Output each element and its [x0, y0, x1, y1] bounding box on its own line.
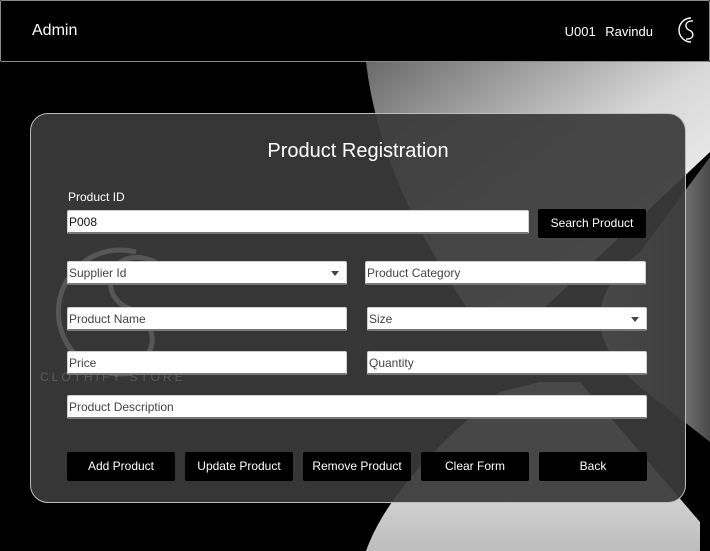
price-placeholder: Price [69, 356, 97, 370]
panel-title: Product Registration [267, 140, 449, 162]
user-id: U001 [564, 24, 596, 39]
product-description-placeholder: Product Description [69, 400, 174, 414]
supplier-id-placeholder: Supplier Id [69, 266, 127, 280]
chevron-down-icon [631, 317, 639, 322]
quantity-input[interactable]: Quantity [367, 351, 647, 375]
product-registration-panel: Product Registration CLOTHIFY STORE Prod… [30, 113, 686, 503]
remove-product-button[interactable]: Remove Product [303, 452, 411, 481]
clear-form-button[interactable]: Clear Form [421, 452, 529, 481]
product-name-input[interactable]: Product Name [67, 307, 347, 331]
user-info: U001 Ravindu [559, 24, 653, 39]
back-button[interactable]: Back [539, 452, 647, 481]
update-product-button[interactable]: Update Product [185, 452, 293, 481]
app-title: Admin [32, 22, 78, 39]
size-placeholder: Size [369, 312, 393, 326]
supplier-id-select[interactable]: Supplier Id [67, 261, 347, 285]
cs-logo-icon [678, 17, 694, 43]
add-product-button[interactable]: Add Product [67, 452, 175, 481]
top-bar: Admin U001 Ravindu [0, 0, 710, 62]
chevron-down-icon [331, 271, 339, 276]
product-id-label: Product ID [68, 190, 125, 204]
search-product-button[interactable]: Search Product [538, 209, 646, 238]
size-select[interactable]: Size [367, 307, 647, 331]
product-description-input[interactable]: Product Description [67, 395, 647, 419]
product-id-input[interactable]: P008 [67, 210, 529, 234]
product-name-placeholder: Product Name [69, 312, 146, 326]
product-category-input[interactable]: Product Category [365, 261, 646, 285]
product-category-placeholder: Product Category [367, 266, 461, 280]
quantity-placeholder: Quantity [369, 356, 414, 370]
price-input[interactable]: Price [67, 351, 347, 375]
user-name: Ravindu [605, 24, 653, 39]
product-id-value: P008 [69, 215, 98, 229]
